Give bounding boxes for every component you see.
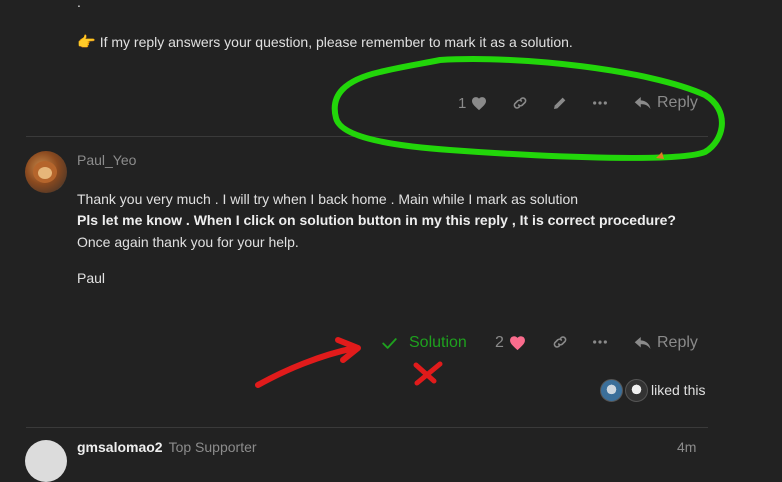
red-arrow-icon	[255, 345, 358, 388]
red-cross-icon	[413, 361, 443, 386]
annotation-overlay	[255, 56, 725, 388]
green-highlight-circle	[331, 56, 725, 161]
